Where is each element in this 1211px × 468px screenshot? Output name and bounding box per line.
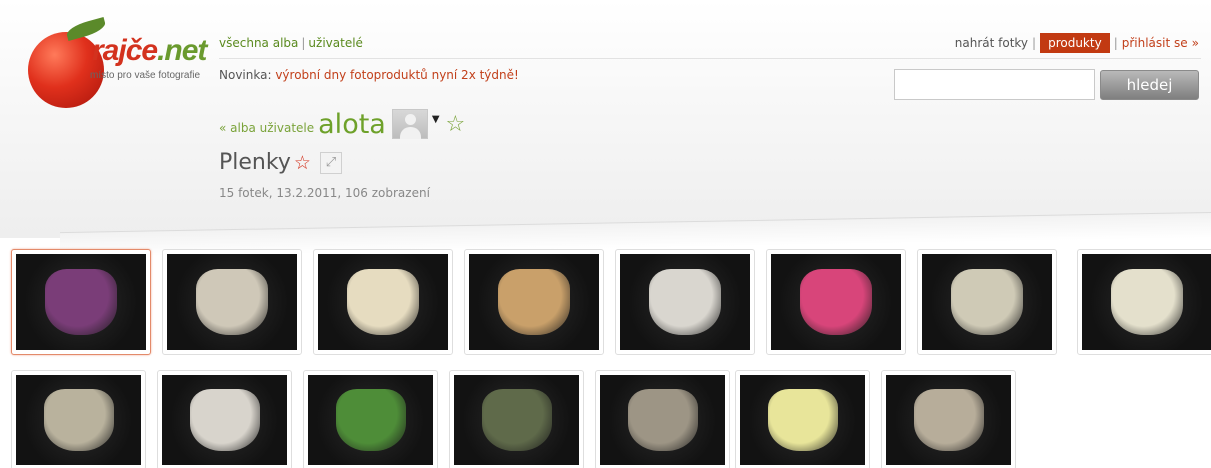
photo-thumbnail[interactable] xyxy=(303,370,438,468)
photo-thumbnail[interactable] xyxy=(157,370,292,468)
photo-image xyxy=(740,375,865,465)
search-button[interactable]: hledej xyxy=(1100,70,1199,100)
photo-thumbnail[interactable] xyxy=(464,249,604,355)
photo-image xyxy=(771,254,901,350)
photo-image xyxy=(162,375,287,465)
album-meta: 15 fotek, 13.2.2011, 106 zobrazení xyxy=(219,186,430,200)
photo-image xyxy=(1082,254,1211,350)
nav-separator: | xyxy=(1113,36,1118,50)
diaper-product-image xyxy=(767,389,838,451)
top-nav: všechna alba | uživatelé xyxy=(219,36,363,50)
photo-thumbnail[interactable] xyxy=(595,370,730,468)
photo-image xyxy=(308,375,433,465)
diaper-product-image xyxy=(497,269,571,335)
diaper-product-image xyxy=(627,389,698,451)
user-albums-link[interactable]: « alba uživatele xyxy=(219,121,314,135)
products-button[interactable]: produkty xyxy=(1040,33,1110,53)
nav-separator: | xyxy=(301,36,306,50)
photo-image xyxy=(318,254,448,350)
raquo-icon: » xyxy=(1191,36,1199,50)
photo-thumbnail[interactable] xyxy=(313,249,453,355)
photo-thumbnail[interactable] xyxy=(881,370,1016,468)
photo-thumbnail[interactable] xyxy=(449,370,584,468)
diaper-product-image xyxy=(1110,269,1184,335)
site-logo[interactable]: rajče.net místo pro vaše fotografie xyxy=(28,14,208,124)
photo-image xyxy=(620,254,750,350)
diaper-product-image xyxy=(648,269,722,335)
album-title: Plenky xyxy=(219,150,291,175)
photo-thumbnail[interactable] xyxy=(735,370,870,468)
photo-thumbnail[interactable] xyxy=(11,370,146,468)
photo-image xyxy=(454,375,579,465)
news-link[interactable]: výrobní dny fotoproduktů nyní 2x týdně! xyxy=(275,68,519,82)
users-link[interactable]: uživatelé xyxy=(308,36,363,50)
photo-image xyxy=(886,375,1011,465)
all-albums-link[interactable]: všechna alba xyxy=(219,36,298,50)
header-divider xyxy=(219,58,1201,59)
photo-thumbnail[interactable] xyxy=(766,249,906,355)
diaper-product-image xyxy=(335,389,406,451)
album-owner-row: « alba uživatele alota ▼ ☆ xyxy=(219,106,465,142)
diaper-product-image xyxy=(481,389,552,451)
favorite-album-star-icon[interactable]: ☆ xyxy=(294,152,311,174)
diaper-product-image xyxy=(43,389,114,451)
fullscreen-icon[interactable]: ⤢ xyxy=(319,151,342,174)
upload-photos-link[interactable]: nahrát fotky xyxy=(955,36,1028,50)
nav-separator: | xyxy=(1032,36,1037,50)
logo-tagline: místo pro vaše fotografie xyxy=(90,70,201,81)
user-avatar[interactable] xyxy=(391,109,428,139)
logo-brand: rajče.net xyxy=(92,34,207,67)
diaper-product-image xyxy=(44,269,118,335)
favorite-user-star-icon[interactable]: ☆ xyxy=(446,112,466,137)
photo-image xyxy=(469,254,599,350)
site-header: rajče.net místo pro vaše fotografie všec… xyxy=(0,0,1211,259)
photo-thumbnail[interactable] xyxy=(162,249,302,355)
photo-image xyxy=(922,254,1052,350)
photo-thumbnail[interactable] xyxy=(917,249,1057,355)
diaper-product-image xyxy=(950,269,1024,335)
photo-image xyxy=(16,375,141,465)
diaper-product-image xyxy=(346,269,420,335)
dropdown-arrow-icon[interactable]: ▼ xyxy=(432,114,440,125)
photo-thumbnail[interactable] xyxy=(615,249,755,355)
search-input[interactable] xyxy=(894,69,1095,100)
diaper-product-image xyxy=(799,269,873,335)
photo-thumbnail[interactable] xyxy=(11,249,151,355)
photo-image xyxy=(16,254,146,350)
news-banner: Novinka: výrobní dny fotoproduktů nyní 2… xyxy=(219,68,519,82)
user-name-link[interactable]: alota xyxy=(318,109,386,140)
login-link[interactable]: přihlásit se xyxy=(1122,36,1188,50)
diaper-product-image xyxy=(189,389,260,451)
diaper-product-image xyxy=(913,389,984,451)
news-label: Novinka: xyxy=(219,68,272,82)
photo-image xyxy=(600,375,725,465)
album-title-row: Plenky ☆ ⤢ xyxy=(219,150,342,175)
photo-image xyxy=(167,254,297,350)
diaper-product-image xyxy=(195,269,269,335)
account-nav: nahrát fotky | produkty | přihlásit se » xyxy=(955,33,1199,53)
photo-thumbnail[interactable] xyxy=(1077,249,1211,355)
